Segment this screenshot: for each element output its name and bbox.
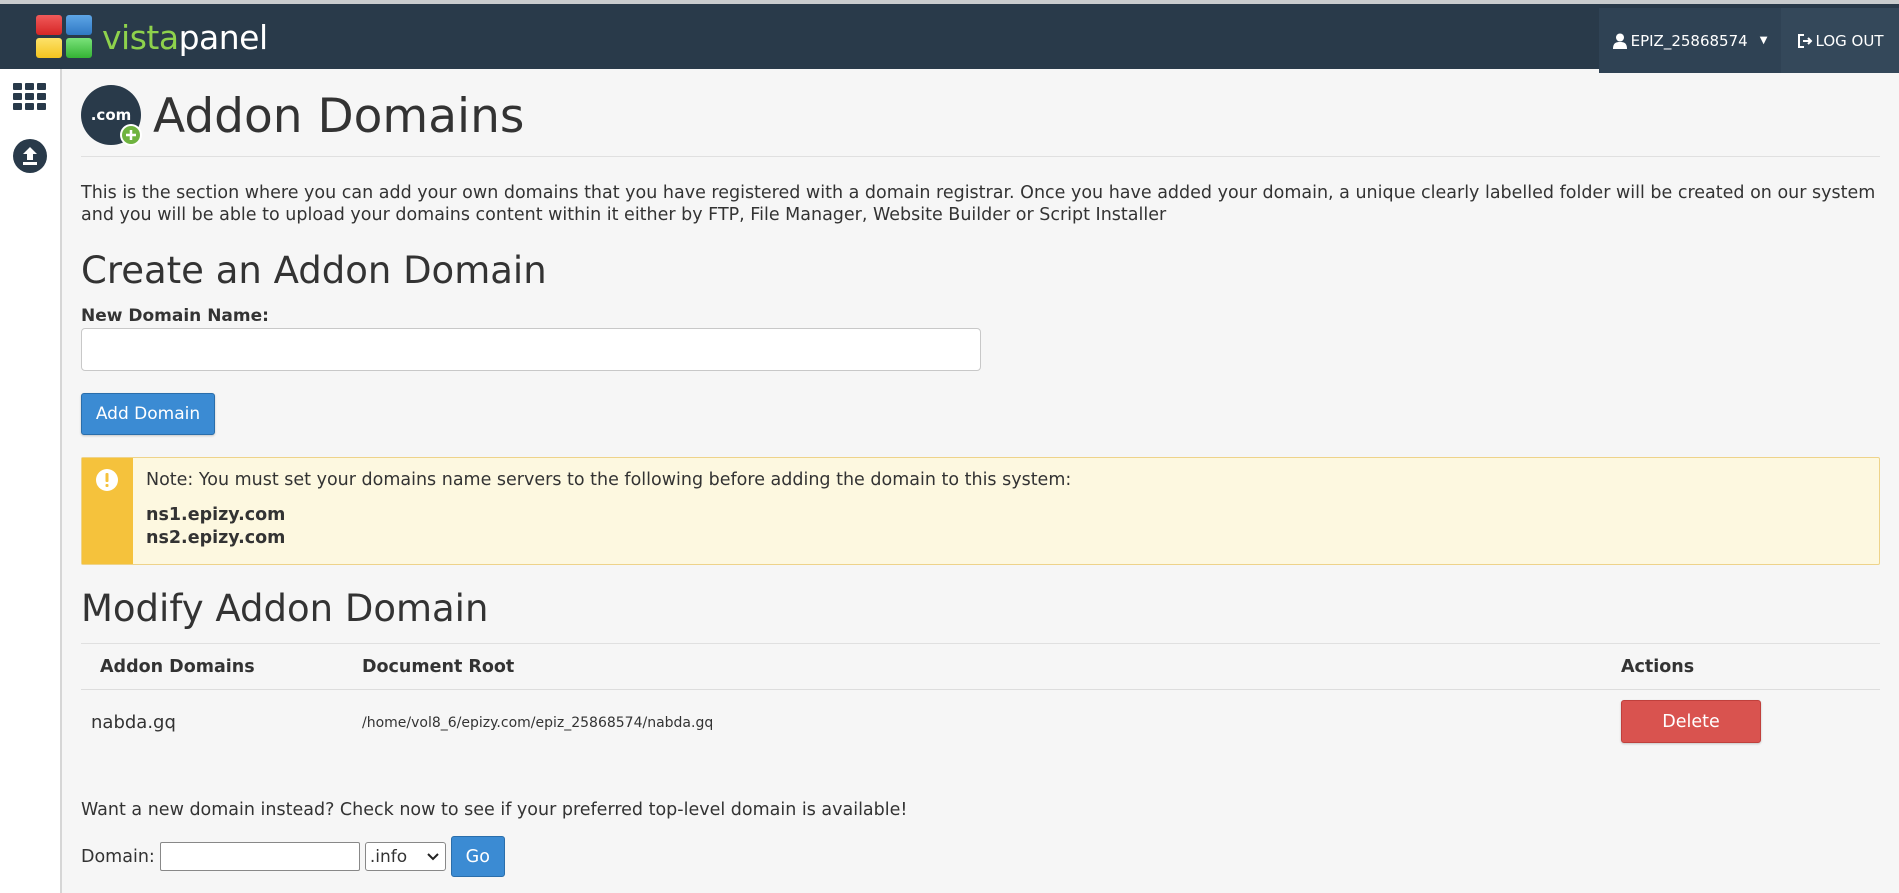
caret-down-icon: ▼ [1759, 35, 1768, 46]
tld-select[interactable]: .info [364, 842, 446, 871]
delete-domain-button[interactable]: Delete [1621, 700, 1761, 743]
logo-squares-icon [36, 15, 94, 59]
top-navbar: vistapanel EPIZ_25868574 ▼ LOG OUT [0, 0, 1899, 73]
divider [81, 156, 1880, 157]
vistapanel-logo[interactable]: vistapanel [36, 15, 268, 59]
domain-search-input[interactable] [159, 842, 360, 871]
modify-section-heading: Modify Addon Domain [81, 587, 489, 630]
logout-button[interactable]: LOG OUT [1781, 8, 1899, 73]
warning-bar [82, 458, 133, 564]
logout-label: LOG OUT [1815, 31, 1884, 50]
chevron-down-icon [427, 852, 439, 860]
svg-text:.com: .com [91, 106, 132, 124]
nameserver-1: ns1.epizy.com [146, 505, 286, 525]
user-menu-dropdown[interactable]: EPIZ_25868574 ▼ [1599, 8, 1781, 73]
exclamation-icon [96, 469, 118, 491]
upload-icon[interactable] [13, 139, 47, 173]
domain-search-promo: Want a new domain instead? Check now to … [81, 800, 908, 820]
user-icon [1612, 33, 1627, 49]
tld-selected-value: .info [369, 846, 408, 867]
domain-search-label: Domain: [81, 846, 155, 867]
table-row-domain: nabda.gq [91, 712, 176, 733]
table-row-document-root: /home/vol8_6/epizy.com/epiz_25868574/nab… [362, 715, 714, 731]
column-header-actions: Actions [1621, 657, 1695, 677]
warning-text: Note: You must set your domains name ser… [146, 470, 1072, 490]
column-header-addon-domains: Addon Domains [100, 657, 255, 677]
divider [81, 643, 1880, 644]
sidebar [0, 69, 62, 893]
apps-grid-icon[interactable] [13, 83, 47, 111]
page-header: .com Addon Domains [81, 85, 524, 147]
nameserver-2: ns2.epizy.com [146, 528, 286, 548]
nameserver-warning: Note: You must set your domains name ser… [81, 457, 1880, 565]
column-header-document-root: Document Root [362, 657, 515, 677]
dotcom-addon-icon: .com [81, 85, 143, 147]
sign-out-icon [1797, 33, 1812, 48]
username-label: EPIZ_25868574 [1630, 31, 1748, 50]
create-section-heading: Create an Addon Domain [81, 249, 547, 292]
domain-search-form: Domain: .info Go [81, 836, 505, 877]
intro-text: This is the section where you can add yo… [81, 183, 1876, 225]
logo-text: vistapanel [102, 17, 268, 57]
table-header-divider [81, 689, 1880, 690]
page-title: Addon Domains [153, 88, 525, 144]
add-domain-button[interactable]: Add Domain [81, 393, 215, 435]
new-domain-label: New Domain Name: [81, 306, 269, 326]
go-button[interactable]: Go [450, 836, 505, 877]
new-domain-input[interactable] [81, 328, 981, 371]
